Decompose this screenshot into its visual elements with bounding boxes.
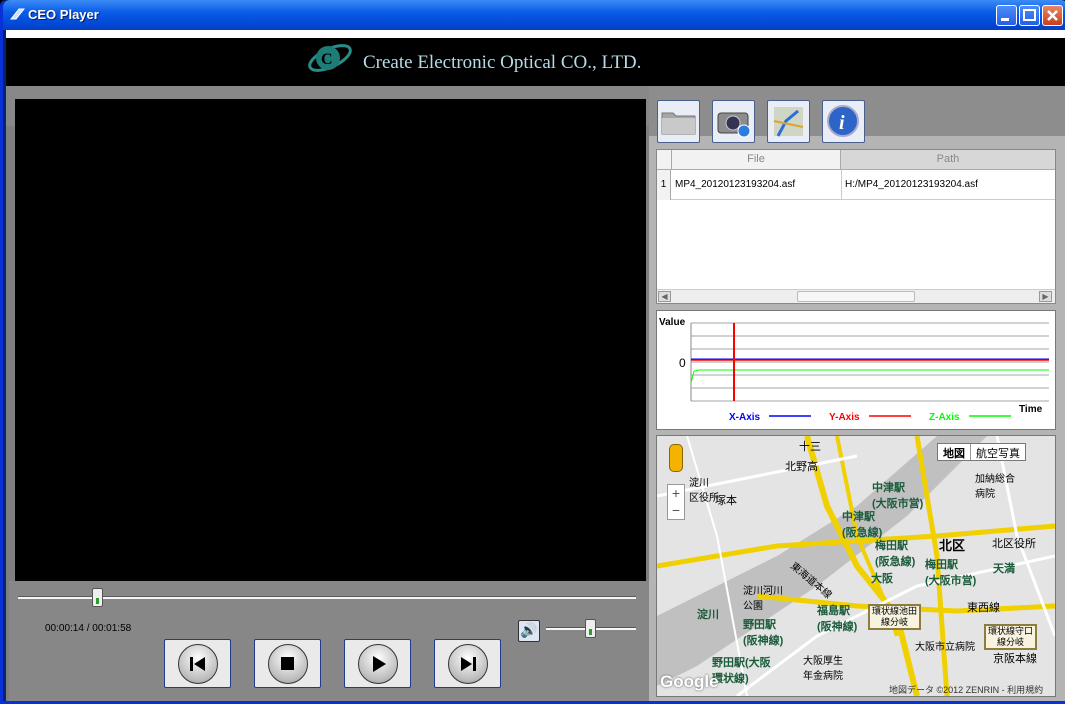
info-icon: i <box>827 105 859 137</box>
close-button[interactable] <box>1042 5 1063 26</box>
map-label: 梅田駅 (阪急線) <box>875 540 916 568</box>
map-button[interactable] <box>767 100 810 143</box>
map-label: 北野高 <box>785 461 818 473</box>
map-label: 淀川 区役所 <box>689 478 719 504</box>
camera-icon <box>717 112 751 138</box>
stop-button[interactable] <box>254 639 321 688</box>
legend-label: X-Axis <box>729 412 761 423</box>
horizontal-scrollbar[interactable]: ◀ ▶ <box>657 289 1055 303</box>
window-title: CEO Player <box>28 7 99 22</box>
playback-time: 00:00:14 / 00:01:58 <box>45 623 132 634</box>
map-label: 環状線池田 線分岐 <box>868 604 922 630</box>
table-row[interactable]: 1 MP4_20120123193204.asf H:/MP4_20120123… <box>657 170 1055 200</box>
map-icon <box>773 107 804 137</box>
legend-label: Y-Axis <box>829 412 860 423</box>
minimize-button[interactable] <box>996 5 1017 26</box>
gsensor-chart: Value 0 Time X-Axis Y-Axis Z-Axis <box>656 310 1056 430</box>
google-logo: Google <box>660 672 719 691</box>
scrollbar-thumb[interactable] <box>797 291 915 302</box>
skip-next-icon <box>461 657 476 671</box>
file-name: MP4_20120123193204.asf <box>675 179 796 190</box>
column-header-path[interactable]: Path <box>841 150 1055 169</box>
chart-ytick-0: 0 <box>679 356 686 370</box>
scroll-left-icon[interactable]: ◀ <box>658 291 671 302</box>
file-list[interactable]: File Path 1 MP4_20120123193204.asf H:/MP… <box>656 149 1056 304</box>
legend-label: Z-Axis <box>929 412 960 423</box>
chart-xlabel: Time <box>1019 404 1043 415</box>
map-type-satellite[interactable]: 航空写真 <box>971 444 1025 460</box>
map-copyright: 地図データ ©2012 ZENRIN - 利用規約 <box>889 685 1044 695</box>
svg-text:i: i <box>839 112 845 134</box>
map-zoom-control[interactable]: + − <box>667 484 685 520</box>
info-button[interactable]: i <box>822 100 865 143</box>
client-area: C Create Electronic Optical CO., LTD. 00… <box>6 30 1065 701</box>
map-label: 中津駅 (阪急線) <box>842 511 883 539</box>
close-icon <box>1047 10 1058 21</box>
chart-ylabel: Value <box>659 317 686 328</box>
map-label: 淀川 <box>697 609 719 621</box>
snapshot-button[interactable] <box>712 100 755 143</box>
map-view[interactable]: + − 地図 航空写真 十三 塚本 北野高 中津駅 (阪急線) 中津駅 (大阪市営… <box>656 435 1056 697</box>
skip-previous-icon <box>190 657 205 671</box>
folder-icon <box>661 112 696 135</box>
volume-thumb[interactable] <box>585 619 596 638</box>
window: CEO Player C Create Electronic Optical C… <box>0 0 1065 704</box>
map-label: 京阪本線 <box>993 653 1037 665</box>
map-label: 北区 <box>939 538 966 553</box>
seek-thumb[interactable] <box>92 588 103 607</box>
video-display[interactable] <box>15 99 646 581</box>
map-label: 野田駅 (阪神線) <box>743 619 784 647</box>
map-label: 大阪 <box>871 573 893 585</box>
app-icon <box>9 8 25 20</box>
map-type-toggle[interactable]: 地図 航空写真 <box>937 443 1026 461</box>
svg-text:C: C <box>321 51 333 68</box>
map-label: 東西線 <box>967 602 1000 614</box>
map-label: 加納総合 病院 <box>975 474 1015 500</box>
scroll-right-icon[interactable]: ▶ <box>1039 291 1052 302</box>
minimize-icon <box>1001 18 1009 21</box>
map-label: 北区役所 <box>992 538 1036 550</box>
next-button[interactable] <box>434 639 501 688</box>
company-logo-icon: C <box>308 44 352 72</box>
row-number: 1 <box>657 170 671 200</box>
map-type-map[interactable]: 地図 <box>938 444 971 460</box>
map-label: 中津駅 (大阪市営) <box>872 482 924 510</box>
control-area <box>9 581 649 701</box>
map-label: 十三 <box>799 441 821 453</box>
column-header-file[interactable]: File <box>671 150 841 169</box>
stop-icon <box>281 657 294 670</box>
title-bar[interactable]: CEO Player <box>3 0 1065 30</box>
volume-button[interactable]: 🔊 <box>518 620 540 642</box>
speaker-icon: 🔊 <box>520 622 538 638</box>
seek-bar[interactable] <box>18 596 636 599</box>
map-label: 淀川河川 公園 <box>743 586 783 612</box>
company-name: Create Electronic Optical CO., LTD. <box>363 52 642 73</box>
map-label: 大阪厚生 年金病院 <box>803 656 843 682</box>
maximize-icon <box>1023 9 1036 21</box>
previous-button[interactable] <box>164 639 231 688</box>
map-label: 梅田駅 (大阪市営) <box>925 559 977 587</box>
maximize-button[interactable] <box>1019 5 1040 26</box>
open-folder-button[interactable] <box>657 100 700 143</box>
map-label: 大阪市立病院 <box>915 642 975 653</box>
company-banner: C Create Electronic Optical CO., LTD. <box>6 30 1065 86</box>
map-label: 環状線守口 線分岐 <box>984 624 1038 650</box>
play-icon <box>373 656 386 672</box>
chart-plot: Value 0 Time X-Axis Y-Axis Z-Axis <box>659 317 1049 423</box>
play-button[interactable] <box>344 639 411 688</box>
map-label: 野田駅(大阪 環状線) <box>712 657 771 685</box>
z-axis-series <box>690 369 1049 384</box>
map-label: 福島駅 (阪神線) <box>817 605 858 633</box>
street-view-pegman-icon[interactable] <box>669 444 683 472</box>
file-path: H:/MP4_20120123193204.asf <box>845 179 978 190</box>
map-label: 天満 <box>993 563 1015 575</box>
